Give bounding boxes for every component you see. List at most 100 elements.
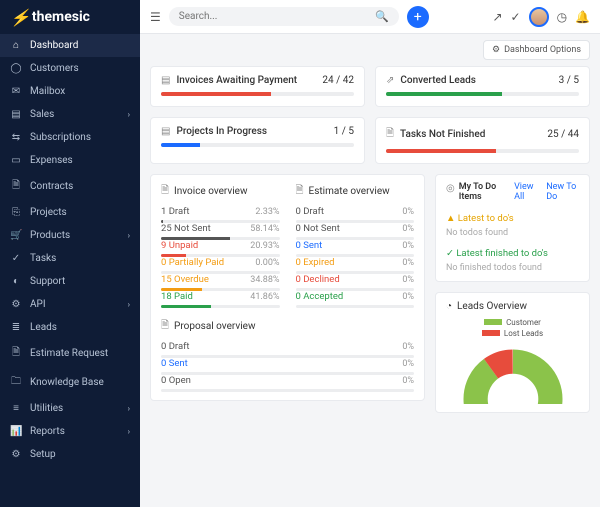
brand-name: themesic bbox=[32, 9, 90, 25]
stat-card[interactable]: 🗎Tasks Not Finished25 / 44 bbox=[375, 117, 590, 164]
chevron-right-icon: › bbox=[128, 404, 130, 413]
nav-label: Setup bbox=[30, 449, 56, 460]
nav-icon: ≣ bbox=[10, 322, 22, 333]
todo-new-link[interactable]: New To Do bbox=[546, 183, 579, 203]
overview-pct: 2.33% bbox=[255, 207, 279, 217]
stat-value: 3 / 5 bbox=[559, 75, 579, 86]
sidebar-item-estimate-request[interactable]: 🗎 Estimate Request bbox=[0, 339, 140, 368]
nav-label: Knowledge Base bbox=[30, 377, 104, 388]
nav-icon: ◯ bbox=[10, 63, 22, 74]
stat-title: Tasks Not Finished bbox=[400, 129, 541, 140]
sidebar-item-products[interactable]: 🛒Products› bbox=[0, 224, 140, 247]
stat-value: 25 / 44 bbox=[547, 129, 579, 140]
sidebar-item-setup[interactable]: ⚙ Setup bbox=[0, 443, 140, 466]
sidebar-item-support[interactable]: ◐ Support bbox=[0, 270, 140, 293]
overview-label: 25 Not Sent bbox=[161, 223, 250, 234]
legend-item: Lost Leads bbox=[482, 329, 543, 338]
nav-label: Products bbox=[30, 230, 70, 241]
nav-label: Customers bbox=[30, 63, 79, 74]
doc-icon: 🗎 bbox=[296, 183, 304, 200]
overview-label: 0 Accepted bbox=[296, 291, 403, 302]
nav-icon: ⎘ bbox=[10, 207, 22, 218]
overview-pct: 41.86% bbox=[250, 292, 279, 302]
nav-label: Subscriptions bbox=[30, 132, 91, 143]
overview-label: 0 Draft bbox=[161, 341, 402, 352]
nav-label: Support bbox=[30, 276, 65, 287]
overview-item: 0 Partially Paid0.00% bbox=[161, 257, 280, 274]
nav-label: API bbox=[30, 299, 46, 310]
sidebar-item-api[interactable]: ⚙API› bbox=[0, 293, 140, 316]
nav: ⌂Dashboard◯Customers✉Mailbox▤Sales›⇆Subs… bbox=[0, 34, 140, 466]
sidebar-item-leads[interactable]: ≣ Leads bbox=[0, 316, 140, 339]
overview-label: 0 Not Sent bbox=[296, 223, 403, 234]
brand-logo[interactable]: ⚡ themesic bbox=[0, 0, 140, 34]
stat-value: 1 / 5 bbox=[334, 126, 354, 137]
nav-label: Mailbox bbox=[30, 86, 65, 97]
sidebar-item-dashboard[interactable]: ⌂Dashboard bbox=[0, 34, 140, 57]
nav-label: Contracts bbox=[30, 181, 73, 192]
legend-item: Customer bbox=[484, 318, 541, 327]
gear-icon: ⚙ bbox=[492, 45, 500, 55]
overview-pct: 0% bbox=[402, 258, 414, 268]
stat-title: Invoices Awaiting Payment bbox=[176, 75, 316, 86]
check-icon[interactable]: ✓ bbox=[511, 10, 521, 24]
sidebar-item-mailbox[interactable]: ✉Mailbox bbox=[0, 80, 140, 103]
sidebar-item-tasks[interactable]: ✓Tasks bbox=[0, 247, 140, 270]
nav-label: Expenses bbox=[30, 155, 73, 166]
nav-label: Leads bbox=[30, 322, 57, 333]
overview-item: 0 Sent0% bbox=[296, 240, 415, 257]
overview-label: 0 Open bbox=[161, 375, 402, 386]
add-button[interactable]: + bbox=[407, 6, 429, 28]
share-icon[interactable]: ↗ bbox=[492, 10, 502, 24]
stat-card[interactable]: ▤Invoices Awaiting Payment24 / 42 bbox=[150, 66, 365, 107]
stat-card[interactable]: ▤Projects In Progress1 / 5 bbox=[150, 117, 365, 164]
sidebar-item-knowledge-base[interactable]: 🗀 Knowledge Base bbox=[0, 368, 140, 397]
nav-icon: 🗀 bbox=[10, 374, 22, 391]
chevron-right-icon: › bbox=[128, 110, 130, 119]
search-input[interactable] bbox=[179, 11, 369, 22]
overview-panel: 🗎Invoice overview1 Draft2.33%25 Not Sent… bbox=[150, 174, 425, 401]
nav-icon: ≡ bbox=[10, 403, 22, 414]
overview-title: Invoice overview bbox=[174, 186, 247, 197]
stat-title: Projects In Progress bbox=[176, 126, 327, 137]
sidebar-item-subscriptions[interactable]: ⇆ Subscriptions bbox=[0, 126, 140, 149]
sidebar-item-utilities[interactable]: ≡Utilities› bbox=[0, 397, 140, 420]
todo-finished-heading: ✓ Latest finished to do's bbox=[446, 248, 579, 259]
main: ☰ 🔍 + ↗ ✓ ◷ 🔔 ⚙ Dashboard Options ▤Invoi… bbox=[140, 0, 600, 507]
doc-icon: 🗎 bbox=[161, 318, 169, 335]
overview-pct: 0% bbox=[402, 207, 414, 217]
todo-panel: ◎ My To Do Items View All New To Do ▲ La… bbox=[435, 174, 590, 282]
overview-item: 15 Overdue34.88% bbox=[161, 274, 280, 291]
overview-item: 0 Sent0% bbox=[161, 358, 414, 375]
todo-latest-heading: ▲ Latest to do's bbox=[446, 213, 579, 224]
overview-title: Estimate overview bbox=[309, 186, 390, 197]
target-icon: ◎ bbox=[446, 183, 455, 194]
bell-icon[interactable]: 🔔 bbox=[575, 10, 590, 24]
clock-icon[interactable]: ◷ bbox=[557, 10, 567, 24]
stat-card[interactable]: ⇗Converted Leads3 / 5 bbox=[375, 66, 590, 107]
nav-label: Sales bbox=[30, 109, 54, 120]
nav-icon: ⇆ bbox=[10, 132, 22, 143]
search-box[interactable]: 🔍 bbox=[169, 7, 399, 26]
nav-label: Projects bbox=[30, 207, 67, 218]
nav-icon: ⚙ bbox=[10, 449, 22, 460]
nav-label: Estimate Request bbox=[30, 348, 108, 359]
sidebar-item-projects[interactable]: ⎘ Projects bbox=[0, 201, 140, 224]
nav-icon: ◐ bbox=[10, 276, 22, 287]
sidebar-item-reports[interactable]: 📊Reports› bbox=[0, 420, 140, 443]
stat-value: 24 / 42 bbox=[322, 75, 354, 86]
sidebar-item-customers[interactable]: ◯ Customers bbox=[0, 57, 140, 80]
sidebar-item-sales[interactable]: ▤Sales› bbox=[0, 103, 140, 126]
dashboard-options-button[interactable]: ⚙ Dashboard Options bbox=[483, 40, 590, 60]
search-icon[interactable]: 🔍 bbox=[375, 10, 389, 23]
menu-toggle-icon[interactable]: ☰ bbox=[150, 10, 161, 24]
nav-icon: 🗎 bbox=[10, 345, 22, 362]
sidebar-item-contracts[interactable]: 🗎Contracts bbox=[0, 172, 140, 201]
overview-pct: 0% bbox=[402, 224, 414, 234]
content: ▤Invoices Awaiting Payment24 / 42⇗Conver… bbox=[140, 66, 600, 507]
avatar[interactable] bbox=[529, 7, 549, 27]
sidebar-item-expenses[interactable]: ▭Expenses bbox=[0, 149, 140, 172]
overview-item: 0 Not Sent0% bbox=[296, 223, 415, 240]
overview-label: 0 Sent bbox=[161, 358, 402, 369]
todo-view-all-link[interactable]: View All bbox=[514, 183, 538, 203]
